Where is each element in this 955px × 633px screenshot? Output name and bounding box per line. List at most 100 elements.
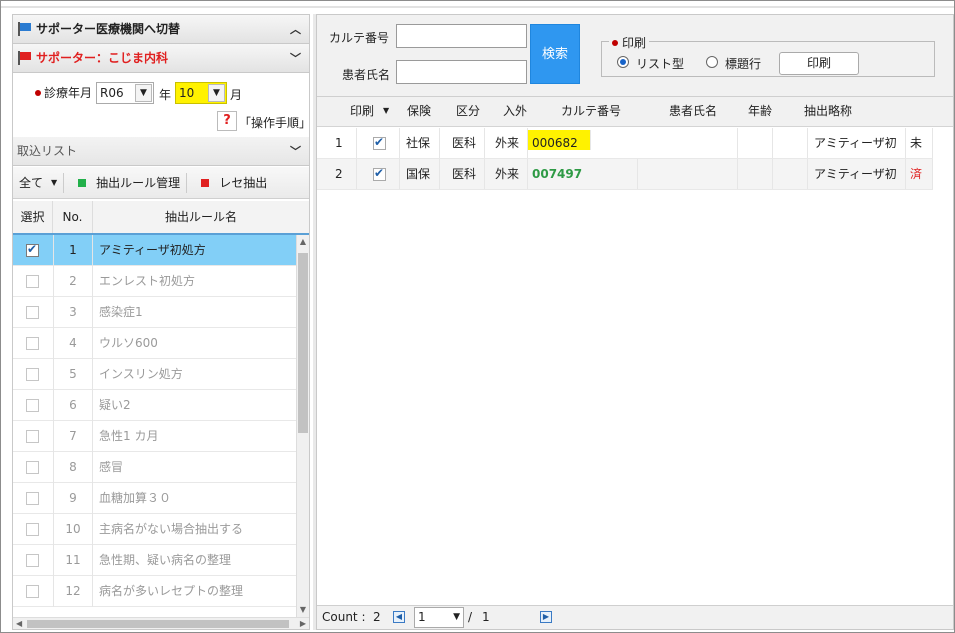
cell-karte[interactable]: 007497 <box>528 159 638 189</box>
search-button[interactable]: 検索 <box>530 24 580 84</box>
filter-all-dropdown[interactable]: 全て ▼ <box>13 167 63 199</box>
chevron-down-icon[interactable]: ﹀ <box>290 137 301 166</box>
help-icon[interactable]: ? <box>217 111 237 131</box>
page-separator: / <box>468 610 473 624</box>
rule-row[interactable]: 5 インスリン処方 <box>13 359 296 390</box>
rule-checkbox[interactable] <box>26 554 39 567</box>
scroll-up-icon[interactable]: ▲ <box>297 235 309 249</box>
karte-input[interactable] <box>396 24 527 48</box>
month-select[interactable]: 10 ▼ <box>175 82 227 104</box>
horizontal-scrollbar[interactable]: ◀ ▶ <box>13 617 309 629</box>
chevron-down-icon[interactable]: ﹀ <box>290 44 301 73</box>
radio-list-type-label[interactable]: リスト型 <box>636 55 684 72</box>
rule-checkbox[interactable] <box>26 461 39 474</box>
check-icon: ✔ <box>374 135 385 149</box>
rule-checkbox[interactable]: ✔ <box>26 242 39 257</box>
header-print[interactable]: 印刷 <box>350 97 374 125</box>
cell-insurance: 国保 <box>400 159 440 189</box>
check-icon: ✔ <box>27 242 38 256</box>
header-inout[interactable]: 入外 <box>503 97 527 125</box>
page-select[interactable]: 1 ▼ <box>414 607 464 628</box>
operation-guide-link[interactable]: 「操作手順」 <box>239 114 311 131</box>
patient-name-input[interactable] <box>396 60 527 84</box>
rule-checkbox[interactable] <box>26 306 39 319</box>
rule-checkbox[interactable] <box>26 337 39 350</box>
rule-manage-label: 抽出ルール管理 <box>96 176 181 190</box>
rule-row[interactable]: 7 急性1 カ月 <box>13 421 296 452</box>
rule-row[interactable]: ✔ 1 アミティーザ初処方 <box>13 235 296 266</box>
rule-checkbox[interactable] <box>26 523 39 536</box>
scroll-thumb[interactable] <box>27 620 289 628</box>
header-rule-name[interactable]: 抽出ルール名 <box>93 201 309 233</box>
print-checkbox[interactable]: ✔ <box>373 135 386 150</box>
rule-row[interactable]: 9 血糖加算３０ <box>13 483 296 514</box>
next-page-icon[interactable]: ▶ <box>540 611 552 623</box>
cell-age <box>738 159 773 189</box>
radio-header-row[interactable] <box>706 56 718 68</box>
rule-row[interactable]: 6 疑い2 <box>13 390 296 421</box>
rule-checkbox[interactable] <box>26 275 39 288</box>
rule-row[interactable]: 10 主病名がない場合抽出する <box>13 514 296 545</box>
filter-all-label: 全て <box>19 176 44 190</box>
caret-down-icon[interactable]: ▼ <box>383 97 389 125</box>
rule-checkbox[interactable] <box>26 585 39 598</box>
rule-no: 5 <box>53 359 93 390</box>
header-select[interactable]: 選択 <box>13 201 53 233</box>
rule-name: 急性1 カ月 <box>99 429 159 443</box>
header-no[interactable]: No. <box>53 201 93 233</box>
supporter-header[interactable]: サポーター：こじま内科 ﹀ <box>13 44 309 73</box>
header-age[interactable]: 年齢 <box>748 97 772 125</box>
green-square-icon <box>78 178 87 187</box>
cell-patient <box>638 159 738 189</box>
header-abbr[interactable]: 抽出略称 <box>804 97 852 125</box>
count-label: Count : <box>322 610 366 624</box>
switch-institution-header[interactable]: サポーター医療機関へ切替 ︿ <box>13 15 309 44</box>
supporter-label: サポーター：こじま内科 <box>36 50 169 65</box>
rule-checkbox[interactable] <box>26 492 39 505</box>
rule-no: 9 <box>53 483 93 514</box>
flag-icon <box>17 51 33 65</box>
rule-checkbox[interactable] <box>26 368 39 381</box>
rule-row[interactable]: 8 感冒 <box>13 452 296 483</box>
scroll-right-icon[interactable]: ▶ <box>300 618 306 629</box>
import-list-header[interactable]: 取込リスト ﹀ <box>13 137 309 166</box>
header-karte[interactable]: カルテ番号 <box>561 97 621 125</box>
rule-row[interactable]: 2 エンレスト初処方 <box>13 266 296 297</box>
scroll-thumb[interactable] <box>298 253 308 433</box>
radio-header-row-label[interactable]: 標題行 <box>725 55 761 72</box>
print-button[interactable]: 印刷 <box>779 52 859 75</box>
header-insurance[interactable]: 保険 <box>407 97 431 125</box>
rule-row[interactable]: 4 ウルソ600 <box>13 328 296 359</box>
rule-checkbox[interactable] <box>26 430 39 443</box>
vertical-scrollbar[interactable]: ▲ ▼ <box>296 235 309 617</box>
prev-page-icon[interactable]: ◀ <box>393 611 405 623</box>
rule-checkbox[interactable] <box>26 399 39 412</box>
check-icon: ✔ <box>374 166 385 180</box>
rule-name: 主病名がない場合抽出する <box>99 522 244 536</box>
rule-no: 1 <box>53 235 93 266</box>
rule-row[interactable]: 3 感染症1 <box>13 297 296 328</box>
rule-no: 6 <box>53 390 93 421</box>
era-select[interactable]: R06 ▼ <box>96 82 154 104</box>
cell-karte[interactable]: 000682 <box>528 130 591 150</box>
header-category[interactable]: 区分 <box>456 97 480 125</box>
cell-status: 済 <box>906 159 933 189</box>
rule-no: 4 <box>53 328 93 359</box>
chevron-up-icon[interactable]: ︿ <box>290 15 301 44</box>
right-panel: カルテ番号 患者氏名 検索 印刷 リスト型 標題行 印刷 印刷 ▼ 保険 区分 … <box>316 14 954 630</box>
rule-no: 10 <box>53 514 93 545</box>
print-checkbox[interactable]: ✔ <box>373 166 386 181</box>
scroll-down-icon[interactable]: ▼ <box>297 603 309 617</box>
header-patient[interactable]: 患者氏名 <box>669 97 717 125</box>
result-row[interactable]: 1 社保 医科 外来 000682 アミティーザ初未 ✔ <box>317 128 933 159</box>
cell-inout: 外来 <box>485 128 528 158</box>
rule-name: インスリン処方 <box>99 367 183 381</box>
rule-row[interactable]: 12 病名が多いレセプトの整理 <box>13 576 296 607</box>
rule-name: 血糖加算３０ <box>99 491 172 505</box>
rule-row[interactable]: 11 急性期、疑い病名の整理 <box>13 545 296 576</box>
radio-list-type[interactable] <box>617 56 629 68</box>
scroll-left-icon[interactable]: ◀ <box>16 618 22 629</box>
rule-manage-button[interactable]: 抽出ルール管理 <box>64 167 186 199</box>
rece-extract-button[interactable]: レセ抽出 <box>187 167 273 199</box>
result-row[interactable]: 2 国保 医科 外来 007497 アミティーザ初済 ✔ <box>317 159 933 190</box>
